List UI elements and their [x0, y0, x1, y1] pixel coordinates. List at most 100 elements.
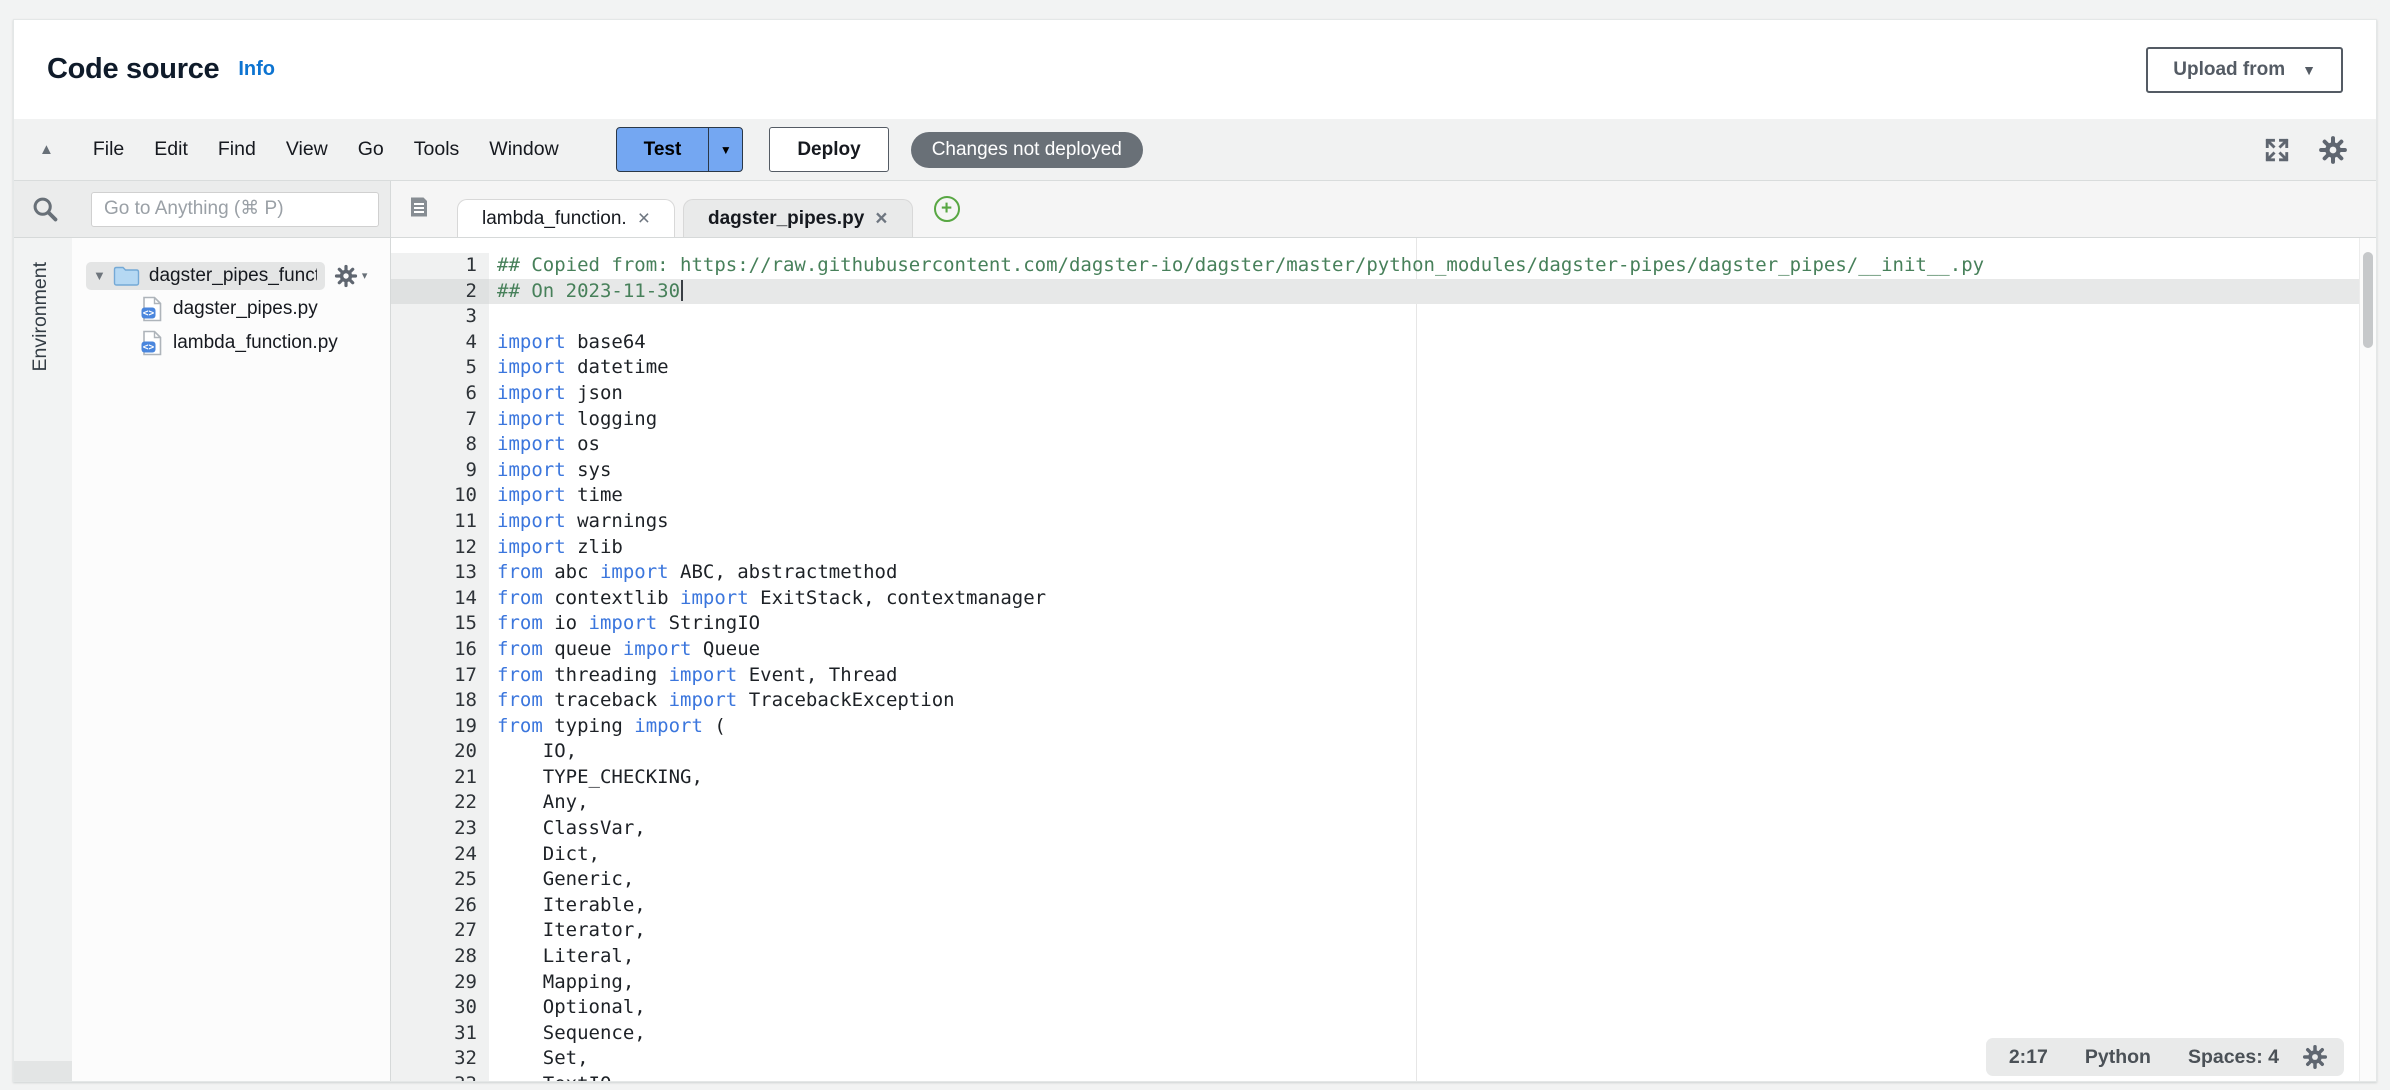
- code-line-24[interactable]: 24 Dict,: [391, 842, 2376, 868]
- svg-text:<>: <>: [143, 342, 155, 353]
- search-area: [14, 181, 391, 237]
- tab-label: lambda_function.: [482, 208, 627, 230]
- menu-item-find[interactable]: Find: [203, 138, 271, 161]
- tab-label: dagster_pipes.py: [708, 208, 864, 230]
- line-number: 12: [391, 535, 489, 561]
- code-line-10[interactable]: 10import time: [391, 483, 2376, 509]
- line-content: Mapping,: [489, 970, 2376, 996]
- menubar-menus: FileEditFindViewGoToolsWindow: [78, 138, 574, 161]
- line-content: ## On 2023-11-30: [489, 279, 2376, 305]
- scrollbar-handle[interactable]: [2363, 252, 2373, 348]
- tree-expand-caret-icon[interactable]: ▼: [93, 268, 106, 283]
- tab-lambda-function[interactable]: lambda_function. ×: [457, 199, 675, 237]
- code-line-14[interactable]: 14from contextlib import ExitStack, cont…: [391, 586, 2376, 612]
- code-line-20[interactable]: 20 IO,: [391, 739, 2376, 765]
- spaces-indicator[interactable]: Spaces: 4: [2188, 1046, 2279, 1069]
- fullscreen-button[interactable]: [2262, 135, 2292, 165]
- code-line-15[interactable]: 15from io import StringIO: [391, 611, 2376, 637]
- code-line-17[interactable]: 17from threading import Event, Thread: [391, 663, 2376, 689]
- code-line-11[interactable]: 11import warnings: [391, 509, 2376, 535]
- menu-item-view[interactable]: View: [271, 138, 343, 161]
- code-line-28[interactable]: 28 Literal,: [391, 944, 2376, 970]
- menu-item-go[interactable]: Go: [343, 138, 399, 161]
- close-icon[interactable]: ×: [875, 208, 887, 229]
- line-number: 17: [391, 663, 489, 689]
- code-editor[interactable]: 1## Copied from: https://raw.githubuserc…: [391, 238, 2376, 1081]
- menu-item-window[interactable]: Window: [474, 138, 573, 161]
- info-link[interactable]: Info: [238, 58, 275, 81]
- code-line-26[interactable]: 26 Iterable,: [391, 893, 2376, 919]
- card-header: Code source Info Upload from ▼: [14, 20, 2376, 119]
- menu-item-edit[interactable]: Edit: [139, 138, 203, 161]
- line-content: Iterable,: [489, 893, 2376, 919]
- line-number: 2: [391, 279, 489, 305]
- tree-file-label: dagster_pipes.py: [173, 298, 318, 320]
- tree-settings-button[interactable]: ▾: [334, 264, 368, 288]
- line-number: 8: [391, 432, 489, 458]
- code-line-1[interactable]: 1## Copied from: https://raw.githubuserc…: [391, 253, 2376, 279]
- gear-icon: [2318, 135, 2348, 165]
- code-line-6[interactable]: 6import json: [391, 381, 2376, 407]
- environment-tab-label[interactable]: Environment: [29, 262, 52, 371]
- tree-file-dagster-pipes-py[interactable]: <> dagster_pipes.py: [72, 292, 390, 326]
- code-line-13[interactable]: 13from abc import ABC, abstractmethod: [391, 560, 2376, 586]
- folder-icon: [113, 265, 140, 287]
- code-line-25[interactable]: 25 Generic,: [391, 867, 2376, 893]
- code-line-3[interactable]: 3: [391, 304, 2376, 330]
- code-line-8[interactable]: 8import os: [391, 432, 2376, 458]
- language-mode[interactable]: Python: [2085, 1046, 2151, 1069]
- settings-gear-button[interactable]: [2318, 135, 2348, 165]
- upload-from-label: Upload from: [2173, 59, 2285, 81]
- line-content: import json: [489, 381, 2376, 407]
- line-number: 3: [391, 304, 489, 330]
- tab-dagster-pipes-py[interactable]: dagster_pipes.py ×: [683, 199, 913, 237]
- line-content: import zlib: [489, 535, 2376, 561]
- line-number: 11: [391, 509, 489, 535]
- collapse-panel-icon[interactable]: ▲: [39, 141, 54, 158]
- line-number: 24: [391, 842, 489, 868]
- deploy-button[interactable]: Deploy: [769, 127, 888, 172]
- code-line-9[interactable]: 9import sys: [391, 458, 2376, 484]
- code-line-5[interactable]: 5import datetime: [391, 355, 2376, 381]
- code-line-12[interactable]: 12import zlib: [391, 535, 2376, 561]
- test-button[interactable]: Test: [617, 128, 710, 171]
- chevron-down-icon: ▾: [362, 269, 368, 282]
- upload-from-button[interactable]: Upload from ▼: [2146, 47, 2343, 93]
- line-number: 31: [391, 1021, 489, 1047]
- code-line-29[interactable]: 29 Mapping,: [391, 970, 2376, 996]
- goto-anything-input[interactable]: [91, 192, 379, 227]
- cursor-position[interactable]: 2:17: [2009, 1046, 2048, 1069]
- new-tab-button[interactable]: +: [934, 196, 960, 222]
- line-content: import time: [489, 483, 2376, 509]
- code-file-icon: <>: [141, 296, 162, 322]
- line-content: from threading import Event, Thread: [489, 663, 2376, 689]
- code-line-16[interactable]: 16from queue import Queue: [391, 637, 2376, 663]
- line-number: 27: [391, 918, 489, 944]
- code-line-23[interactable]: 23 ClassVar,: [391, 816, 2376, 842]
- line-number: 9: [391, 458, 489, 484]
- line-number: 25: [391, 867, 489, 893]
- vertical-scrollbar[interactable]: [2359, 238, 2376, 1081]
- close-icon[interactable]: ×: [638, 208, 650, 229]
- tab-list-icon[interactable]: [407, 195, 431, 224]
- code-line-22[interactable]: 22 Any,: [391, 790, 2376, 816]
- code-line-4[interactable]: 4import base64: [391, 330, 2376, 356]
- tree-files: <> dagster_pipes.py <> lambda_function.p…: [72, 292, 390, 360]
- menu-item-tools[interactable]: Tools: [399, 138, 475, 161]
- code-line-19[interactable]: 19from typing import (: [391, 714, 2376, 740]
- menu-item-file[interactable]: File: [78, 138, 139, 161]
- code-line-7[interactable]: 7import logging: [391, 407, 2376, 433]
- test-dropdown-button[interactable]: ▼: [709, 128, 742, 171]
- tree-folder-row[interactable]: ▼ dagster_pipes_funct ▾: [72, 259, 390, 292]
- tree-file-lambda-function-py[interactable]: <> lambda_function.py: [72, 326, 390, 360]
- code-line-30[interactable]: 30 Optional,: [391, 995, 2376, 1021]
- file-tree-panel: ▼ dagster_pipes_funct ▾: [72, 238, 391, 1081]
- line-number: 30: [391, 995, 489, 1021]
- code-line-18[interactable]: 18from traceback import TracebackExcepti…: [391, 688, 2376, 714]
- code-line-21[interactable]: 21 TYPE_CHECKING,: [391, 765, 2376, 791]
- line-content: Literal,: [489, 944, 2376, 970]
- code-line-2[interactable]: 2## On 2023-11-30: [391, 279, 2376, 305]
- code-line-27[interactable]: 27 Iterator,: [391, 918, 2376, 944]
- tree-file-label: lambda_function.py: [173, 332, 338, 354]
- status-settings-button[interactable]: [2302, 1044, 2328, 1070]
